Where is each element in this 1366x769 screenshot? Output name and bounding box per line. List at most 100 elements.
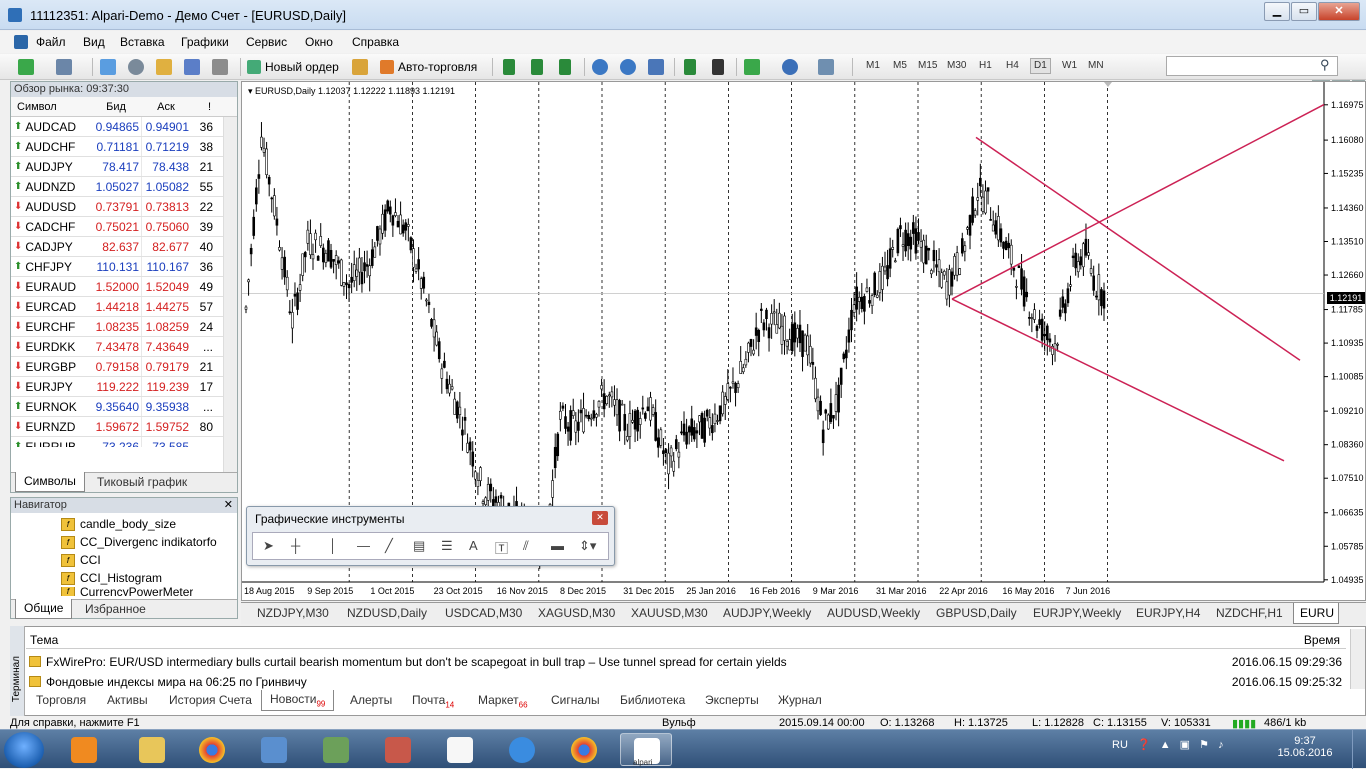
tab-experts[interactable]: Эксперты bbox=[705, 693, 759, 707]
market-watch-row[interactable]: ⬇ EURCHF 1.08235 1.08259 24 bbox=[11, 317, 237, 337]
chart-shift-icon[interactable] bbox=[684, 59, 696, 75]
market-watch-row[interactable]: ⬇ EURDKK 7.43478 7.43649... bbox=[11, 337, 237, 357]
tab-market[interactable]: Маркет66 bbox=[478, 693, 528, 709]
taskbar-chrome-2[interactable] bbox=[558, 733, 610, 766]
navigator-icon[interactable] bbox=[156, 59, 172, 75]
flag-icon[interactable]: ⚑ bbox=[1199, 739, 1209, 751]
market-watch-row[interactable]: ⬇ CADJPY 82.637 82.677 40 bbox=[11, 237, 237, 257]
help-icon[interactable]: ❓ bbox=[1137, 739, 1151, 751]
market-watch-icon[interactable] bbox=[100, 59, 116, 75]
chart-tab[interactable]: USDCAD,M30 bbox=[445, 606, 522, 620]
tf-h4[interactable]: H4 bbox=[1006, 60, 1019, 71]
tab-mailbox[interactable]: Почта14 bbox=[412, 693, 454, 709]
taskbar-users[interactable] bbox=[310, 733, 362, 766]
nav-item[interactable]: f CCI_Histogram bbox=[61, 571, 162, 585]
nav-item[interactable]: f CC_Divergenc indikatorfo bbox=[61, 535, 217, 549]
tile-windows-icon[interactable] bbox=[648, 59, 664, 75]
chart-tab[interactable]: XAGUSD,M30 bbox=[538, 606, 615, 620]
tab-favorites[interactable]: Избранное bbox=[85, 602, 146, 616]
market-watch-row[interactable]: ⬇ EURAUD 1.52000 1.52049 49 bbox=[11, 277, 237, 297]
tf-h1[interactable]: H1 bbox=[979, 60, 992, 71]
tab-common[interactable]: Общие bbox=[15, 599, 73, 619]
taskbar-media-player[interactable] bbox=[58, 733, 110, 766]
tf-m30[interactable]: M30 bbox=[947, 60, 966, 71]
chart-tab[interactable]: NZDUSD,Daily bbox=[347, 606, 427, 620]
menu-view[interactable]: Вид bbox=[83, 35, 105, 49]
col-ask[interactable]: Аск bbox=[141, 97, 191, 116]
autoscroll-icon[interactable] bbox=[712, 59, 724, 75]
market-watch-row[interactable]: ⬇ CADCHF 0.75021 0.75060 39 bbox=[11, 217, 237, 237]
new-order-button[interactable]: Новый ордер bbox=[247, 58, 339, 76]
templates-icon[interactable] bbox=[818, 59, 834, 75]
chart-tab[interactable]: NZDJPY,M30 bbox=[257, 606, 329, 620]
data-window-icon[interactable] bbox=[128, 59, 144, 75]
text-label-icon[interactable]: 🅃 bbox=[495, 538, 508, 557]
menu-window[interactable]: Окно bbox=[305, 35, 333, 49]
tf-d1[interactable]: D1 bbox=[1030, 58, 1051, 74]
market-watch-row[interactable]: ⬇ EURNZD 1.59672 1.59752 80 bbox=[11, 417, 237, 437]
chart-tab[interactable]: EURJPY,Weekly bbox=[1033, 606, 1121, 620]
market-watch-row[interactable]: ⬇ EURCAD 1.44218 1.44275 57 bbox=[11, 297, 237, 317]
zoom-out-icon[interactable] bbox=[620, 59, 636, 75]
col-subject[interactable]: Тема bbox=[30, 633, 58, 647]
text-icon[interactable]: A bbox=[469, 538, 478, 553]
market-watch-row[interactable]: ⬆ EURRUB 73.236 73.585... bbox=[11, 437, 237, 447]
menu-file[interactable]: Файл bbox=[36, 35, 66, 49]
tab-exposure[interactable]: Активы bbox=[107, 693, 148, 707]
volume-icon[interactable]: ♪ bbox=[1218, 739, 1224, 751]
graphic-tools-close-icon[interactable]: ✕ bbox=[592, 511, 608, 525]
chart-tab[interactable]: EURJPY,H4 bbox=[1136, 606, 1200, 620]
chart-tab[interactable]: NZDCHF,H1 bbox=[1216, 606, 1283, 620]
market-watch-row[interactable]: ⬆ AUDCAD 0.94865 0.94901 36 bbox=[11, 117, 237, 137]
fibo-fan-icon[interactable]: ⫽ bbox=[523, 538, 529, 554]
taskbar-ie[interactable] bbox=[496, 733, 548, 766]
candlestick-chart-icon[interactable] bbox=[531, 59, 543, 75]
col-spread[interactable]: ! bbox=[191, 97, 217, 116]
show-desktop-button[interactable] bbox=[1352, 730, 1366, 769]
autotrading-button[interactable]: Авто-торговля bbox=[380, 58, 477, 76]
minimize-button[interactable]: ▁ bbox=[1264, 2, 1290, 21]
language-indicator[interactable]: RU bbox=[1112, 739, 1128, 751]
col-symbol[interactable]: Символ bbox=[11, 97, 91, 116]
tf-m1[interactable]: M1 bbox=[866, 60, 880, 71]
market-watch-row[interactable]: ⬆ AUDJPY 78.417 78.438 21 bbox=[11, 157, 237, 177]
terminal-scrollbar[interactable] bbox=[1350, 629, 1365, 689]
tab-news[interactable]: Новости99 bbox=[261, 690, 335, 712]
menu-tools[interactable]: Сервис bbox=[246, 35, 287, 49]
nav-item[interactable]: f CurrencyPowerMeter bbox=[61, 587, 193, 596]
search-icon[interactable]: ⚲ bbox=[1320, 57, 1330, 73]
chart-tab[interactable]: AUDJPY,Weekly bbox=[723, 606, 811, 620]
horizontal-line-icon[interactable]: — bbox=[357, 538, 370, 553]
navigator-close-icon[interactable]: ✕ bbox=[224, 498, 233, 511]
trendline-icon[interactable]: ╱ bbox=[385, 538, 393, 554]
market-watch-row[interactable]: ⬆ EURNOK 9.35640 9.35938... bbox=[11, 397, 237, 417]
arrows-icon[interactable]: ⇕▾ bbox=[579, 538, 596, 554]
zoom-in-icon[interactable] bbox=[592, 59, 608, 75]
market-watch-row[interactable]: ⬆ AUDNZD 1.05027 1.05082 55 bbox=[11, 177, 237, 197]
chart-tab[interactable]: AUDUSD,Weekly bbox=[827, 606, 920, 620]
menu-charts[interactable]: Графики bbox=[181, 35, 229, 49]
menu-help[interactable]: Справка bbox=[352, 35, 399, 49]
market-watch-row[interactable]: ⬆ AUDCHF 0.71181 0.71219 38 bbox=[11, 137, 237, 157]
tray-arrow-icon[interactable]: ▲ bbox=[1160, 739, 1171, 751]
fibonacci-icon[interactable]: ☰ bbox=[441, 538, 453, 554]
tf-w1[interactable]: W1 bbox=[1062, 60, 1077, 71]
news-row[interactable]: FxWirePro: EUR/USD intermediary bulls cu… bbox=[26, 652, 1346, 672]
rectangle-icon[interactable]: ▬ bbox=[551, 538, 564, 553]
clock[interactable]: 9:37 15.06.2016 bbox=[1270, 735, 1340, 759]
market-watch-row[interactable]: ⬆ CHFJPY 110.131 110.167 36 bbox=[11, 257, 237, 277]
tf-m5[interactable]: M5 bbox=[893, 60, 907, 71]
col-time[interactable]: Время bbox=[1304, 633, 1340, 647]
maximize-button[interactable]: ▭ bbox=[1291, 2, 1317, 21]
market-watch-row[interactable]: ⬇ EURJPY 119.222 119.239 17 bbox=[11, 377, 237, 397]
vertical-line-icon[interactable]: │ bbox=[329, 538, 337, 553]
profiles-icon[interactable] bbox=[56, 59, 72, 75]
mdi-app-icon[interactable] bbox=[14, 35, 28, 49]
news-row[interactable]: Фондовые индексы мира на 06:25 по Гринви… bbox=[26, 672, 1346, 692]
close-button[interactable]: ✕ bbox=[1318, 2, 1360, 21]
tf-mn[interactable]: MN bbox=[1088, 60, 1104, 71]
chart-tab-active[interactable]: EURU bbox=[1293, 603, 1339, 624]
taskbar-alpari[interactable]: alpari bbox=[620, 733, 672, 767]
market-watch-row[interactable]: ⬇ EURGBP 0.79158 0.79179 21 bbox=[11, 357, 237, 377]
chart-tab[interactable]: GBPUSD,Daily bbox=[936, 606, 1017, 620]
